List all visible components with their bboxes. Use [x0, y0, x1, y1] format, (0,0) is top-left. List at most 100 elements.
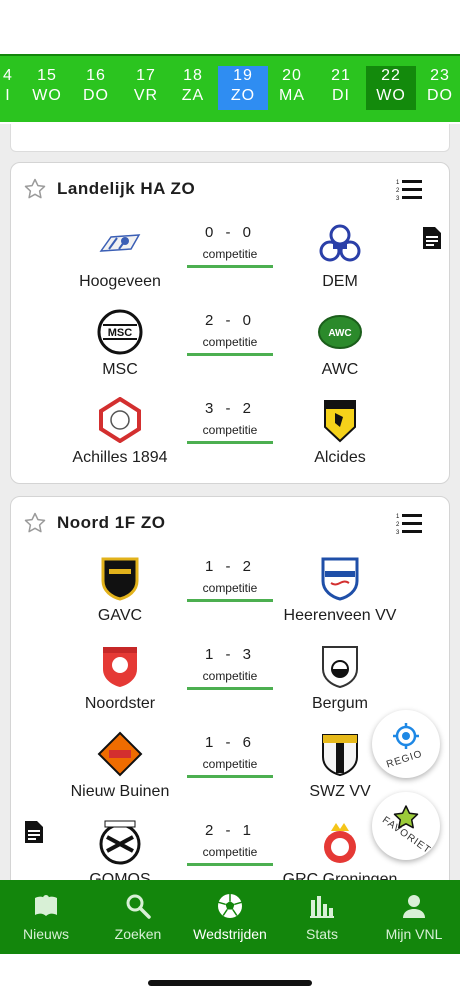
- away-team[interactable]: Heerenveen VV: [265, 555, 415, 625]
- regio-button[interactable]: REGIO: [372, 710, 440, 778]
- date-number: 19: [233, 67, 253, 84]
- match-type: competitie: [187, 581, 273, 602]
- bar-chart-icon: [310, 896, 334, 918]
- date-item-22-today[interactable]: 22 WO: [366, 66, 416, 110]
- standings-list-icon[interactable]: 1 2 3: [395, 177, 423, 203]
- svg-text:2: 2: [396, 522, 400, 528]
- nav-label: Stats: [306, 926, 338, 942]
- date-weekday: VR: [133, 87, 159, 104]
- date-item-16[interactable]: 16 DO: [76, 66, 116, 110]
- match-row[interactable]: MSC MSC 2 - 0 competitie AWC AWC: [11, 309, 449, 397]
- nav-label: Wedstrijden: [193, 926, 267, 942]
- match-type: competitie: [187, 757, 273, 778]
- away-team-name: Bergum: [311, 695, 369, 712]
- gavc-logo: [101, 557, 139, 601]
- home-team-name: GAVC: [97, 607, 143, 624]
- date-item-17[interactable]: 17 VR: [126, 66, 166, 110]
- date-item-19-selected[interactable]: 19 ZO: [218, 66, 268, 110]
- league-card: Landelijk HA ZO 1 2 3 Hoogeveen 0 - 0 co…: [10, 162, 450, 484]
- regio-label: REGIO: [385, 748, 425, 771]
- date-item-18[interactable]: 18 ZA: [173, 66, 213, 110]
- date-weekday: I: [5, 87, 11, 104]
- hoogeveen-logo: [99, 234, 141, 252]
- away-team-name: Heerenveen VV: [283, 607, 397, 624]
- svg-text:3: 3: [396, 530, 400, 536]
- home-team-name: Noordster: [84, 695, 156, 712]
- away-team[interactable]: Bergum: [265, 643, 415, 713]
- location-target-icon: [393, 723, 419, 749]
- book-icon: [35, 895, 57, 916]
- heerenveen-vv-logo: [321, 557, 359, 601]
- swz-vv-logo: [322, 734, 358, 777]
- nav-item-mijn-vnl[interactable]: Mijn VNL: [368, 880, 460, 954]
- away-team-name: Alcides: [314, 449, 366, 466]
- bergum-logo: [322, 646, 358, 689]
- home-team[interactable]: GOMOS: [45, 819, 195, 880]
- home-team[interactable]: Nieuw Buinen: [45, 731, 195, 801]
- date-weekday: DO: [427, 87, 453, 104]
- away-team[interactable]: DEM: [265, 221, 415, 291]
- home-indicator: [148, 980, 312, 986]
- home-team[interactable]: GAVC: [45, 555, 195, 625]
- nav-item-zoeken[interactable]: Zoeken: [92, 880, 184, 954]
- nav-label: Zoeken: [114, 926, 162, 942]
- match-type: competitie: [187, 335, 273, 356]
- favorite-star-icon[interactable]: [23, 511, 47, 535]
- favorite-star-icon[interactable]: [23, 177, 47, 201]
- nieuw-buinen-logo: [97, 731, 143, 777]
- date-number: 20: [282, 67, 302, 84]
- away-team[interactable]: Alcides: [265, 397, 415, 467]
- away-team-name: GRC Groningen: [282, 871, 398, 880]
- date-strip[interactable]: 4 I 15 WO 16 DO 17 VR 18 ZA 19 ZO 20 MA …: [0, 54, 460, 122]
- match-score: 2 - 0: [204, 312, 255, 329]
- match-score: 1 - 2: [204, 558, 255, 575]
- favoriet-button[interactable]: FAVORIET: [372, 792, 440, 860]
- date-number: 17: [136, 67, 156, 84]
- match-list[interactable]: Landelijk HA ZO 1 2 3 Hoogeveen 0 - 0 co…: [0, 124, 460, 880]
- match-type: competitie: [187, 423, 273, 444]
- date-number: 4: [3, 67, 13, 84]
- nav-item-stats[interactable]: Stats: [276, 880, 368, 954]
- svg-text:2: 2: [396, 188, 400, 194]
- date-item-20[interactable]: 20 MA: [272, 66, 312, 110]
- bottom-navigation: Nieuws Zoeken Wedstrijden Stats Mijn VNL: [0, 880, 460, 954]
- away-team[interactable]: AWC AWC: [265, 309, 415, 379]
- nav-label: Mijn VNL: [385, 926, 443, 942]
- match-score: 1 - 3: [204, 646, 255, 663]
- date-number: 18: [183, 67, 203, 84]
- gomos-logo: [99, 820, 141, 865]
- home-team-name: Hoogeveen: [79, 273, 161, 290]
- league-header: Noord 1F ZO 1 2 3: [11, 497, 449, 547]
- svg-text:3: 3: [396, 196, 400, 202]
- dem-logo: [319, 224, 361, 262]
- nav-item-wedstrijden[interactable]: Wedstrijden: [184, 880, 276, 954]
- date-item-23[interactable]: 23 DO: [420, 66, 460, 110]
- date-item-14[interactable]: 4 I: [0, 66, 28, 110]
- soccer-ball-icon: [218, 894, 242, 918]
- standings-list-icon[interactable]: 1 2 3: [395, 511, 423, 537]
- person-icon: [403, 895, 425, 918]
- search-icon: [126, 894, 151, 919]
- date-item-15[interactable]: 15 WO: [27, 66, 67, 110]
- date-item-21[interactable]: 21 DI: [321, 66, 361, 110]
- svg-text:AWC: AWC: [328, 328, 351, 339]
- previous-card-stub: [10, 124, 450, 152]
- date-weekday: WO: [376, 87, 406, 104]
- nav-item-nieuws[interactable]: Nieuws: [0, 880, 92, 954]
- home-team[interactable]: Achilles 1894: [45, 397, 195, 467]
- away-team-name: AWC: [321, 361, 359, 378]
- match-score: 0 - 0: [204, 224, 255, 241]
- nav-label: Nieuws: [23, 926, 69, 942]
- date-number: 21: [331, 67, 351, 84]
- home-team[interactable]: Hoogeveen: [45, 221, 195, 291]
- match-row[interactable]: Achilles 1894 3 - 2 competitie Alcides: [11, 397, 449, 485]
- match-type: competitie: [187, 669, 273, 690]
- home-team[interactable]: MSC MSC: [45, 309, 195, 379]
- home-team[interactable]: Noordster: [45, 643, 195, 713]
- match-row[interactable]: GAVC 1 - 2 competitie Heerenveen VV: [11, 555, 449, 643]
- match-row[interactable]: Hoogeveen 0 - 0 competitie DEM: [11, 221, 449, 309]
- date-weekday: WO: [32, 87, 62, 104]
- noordster-logo: [103, 647, 137, 687]
- date-number: 23: [430, 67, 450, 84]
- match-type: competitie: [187, 247, 273, 268]
